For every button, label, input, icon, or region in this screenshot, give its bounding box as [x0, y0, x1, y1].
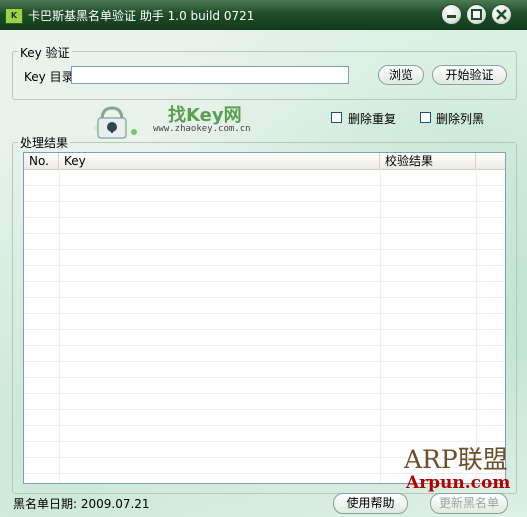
window-title: 卡巴斯基黑名单验证 助手 1.0 build 0721 [28, 9, 255, 23]
results-group-title: 处理结果 [18, 134, 71, 151]
update-blacklist-button[interactable]: 更新黑名单 [430, 493, 508, 514]
delete-blacklisted-label: 删除列黑 [436, 112, 485, 126]
maximize-button[interactable] [466, 4, 487, 25]
grid-line [24, 329, 505, 330]
app-icon: K [5, 8, 23, 24]
browse-button[interactable]: 浏览 [378, 65, 424, 85]
watermark-text: ARP联盟 [404, 445, 508, 474]
grid-line [24, 425, 505, 426]
minimize-icon [447, 15, 456, 18]
help-button[interactable]: 使用帮助 [333, 493, 408, 514]
lock-logo-icon [94, 106, 137, 139]
key-dir-label: Key 目录 [24, 70, 74, 84]
title-bar[interactable]: K 卡巴斯基黑名单验证 助手 1.0 build 0721 [0, 0, 527, 30]
grid-line [24, 297, 505, 298]
grid-line [24, 281, 505, 282]
grid-line [24, 409, 505, 410]
grid-line [24, 265, 505, 266]
results-list[interactable]: No. Key 校验结果 [23, 152, 506, 484]
watermark-url: Arpun.com [406, 473, 511, 493]
grid-line [24, 249, 505, 250]
grid-line [24, 313, 505, 314]
key-verify-group-title: Key 验证 [18, 44, 72, 61]
minimize-button[interactable] [441, 4, 462, 25]
delete-duplicate-checkbox[interactable] [331, 112, 342, 123]
column-header-result[interactable]: 校验结果 [380, 153, 476, 169]
app-window: K 卡巴斯基黑名单验证 助手 1.0 build 0721 Key 验证 Key… [0, 0, 527, 517]
maximize-icon [471, 9, 482, 20]
close-button[interactable] [491, 4, 512, 25]
column-header-key[interactable]: Key [59, 153, 380, 169]
brand-url: www.zhaokey.com.cn [153, 124, 251, 134]
delete-duplicate-label: 删除重复 [348, 112, 397, 126]
column-header-no[interactable]: No. [24, 153, 59, 169]
grid-line [24, 185, 505, 186]
close-icon [496, 9, 507, 20]
grid-line [24, 361, 505, 362]
grid-line [24, 217, 505, 218]
results-list-header: No. Key 校验结果 [24, 153, 505, 170]
grid-line [24, 393, 505, 394]
grid-line [24, 345, 505, 346]
grid-line [24, 201, 505, 202]
delete-blacklisted-checkbox[interactable] [420, 112, 431, 123]
key-dir-input[interactable] [71, 66, 349, 84]
grid-line [24, 377, 505, 378]
start-verify-button[interactable]: 开始验证 [432, 65, 507, 85]
blacklist-date: 黑名单日期: 2009.07.21 [13, 497, 150, 511]
grid-line [24, 233, 505, 234]
